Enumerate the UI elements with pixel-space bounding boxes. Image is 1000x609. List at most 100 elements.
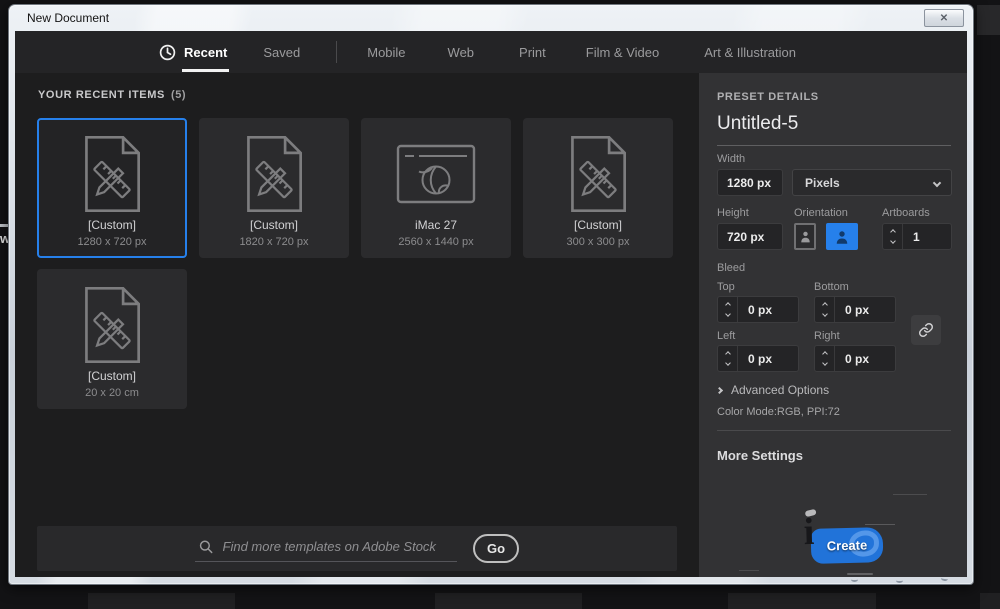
bleed-top-stepper[interactable]: 0 px (717, 296, 799, 323)
stepper-arrows[interactable] (718, 346, 738, 371)
height-label: Height (717, 207, 749, 219)
tab-art-illustration[interactable]: Art & Illustration (704, 45, 796, 60)
artboards-value: 1 (903, 224, 951, 249)
bleed-right-value: 0 px (835, 346, 895, 371)
document-template-icon (39, 120, 185, 216)
document-template-icon (525, 120, 671, 216)
document-name-field[interactable]: Untitled-5 (717, 113, 951, 146)
stepper-up-icon[interactable] (725, 302, 731, 308)
orientation-landscape-button[interactable] (826, 223, 858, 250)
card-title: iMac 27 (363, 218, 509, 232)
stock-search-field[interactable] (195, 536, 457, 562)
tab-saved[interactable]: Saved (263, 45, 300, 60)
stepper-down-icon[interactable] (890, 238, 896, 244)
background-panel (88, 593, 235, 609)
bleed-left-value: 0 px (738, 346, 798, 371)
card-title: [Custom] (525, 218, 671, 232)
width-input[interactable] (717, 169, 783, 196)
template-card-custom-300[interactable]: [Custom] 300 x 300 px (523, 118, 673, 258)
stepper-arrows[interactable] (815, 297, 835, 322)
close-button[interactable]: ✕ (924, 9, 964, 27)
stepper-arrows[interactable] (718, 297, 738, 322)
tab-mobile[interactable]: Mobile (367, 45, 405, 60)
chevron-down-icon (933, 178, 941, 186)
tab-film-video[interactable]: Film & Video (586, 45, 659, 60)
advanced-options-toggle[interactable]: Advanced Options (717, 383, 829, 397)
stock-search-input[interactable] (223, 539, 453, 554)
tab-recent[interactable]: Recent (159, 44, 227, 61)
orientation-portrait-button[interactable] (794, 223, 816, 250)
stepper-arrows[interactable] (883, 224, 903, 249)
card-title: [Custom] (39, 218, 185, 232)
bleed-top-value: 0 px (738, 297, 798, 322)
stepper-up-icon[interactable] (725, 351, 731, 357)
card-dimensions: 300 x 300 px (525, 236, 671, 248)
bleed-right-label: Right (814, 330, 840, 342)
clock-icon (159, 44, 176, 61)
stepper-down-icon[interactable] (725, 311, 731, 317)
template-card-imac27[interactable]: iMac 27 2560 x 1440 px (361, 118, 511, 258)
go-button[interactable]: Go (473, 534, 519, 563)
tab-label: Film & Video (586, 45, 659, 60)
new-document-dialog: New Document ✕ Recent Saved Mobile Web P… (8, 4, 974, 585)
template-card-custom-1280[interactable]: [Custom] 1280 x 720 px (37, 118, 187, 258)
tab-label: Mobile (367, 45, 405, 60)
card-dimensions: 1820 x 720 px (201, 236, 347, 248)
stepper-up-icon[interactable] (890, 229, 896, 235)
stepper-down-icon[interactable] (822, 311, 828, 317)
template-card-custom-20cm[interactable]: [Custom] 20 x 20 cm (37, 269, 187, 409)
recent-items-heading: YOUR RECENT ITEMS(5) (38, 89, 186, 101)
create-button[interactable]: i Create (811, 527, 884, 564)
tab-web[interactable]: Web (448, 45, 475, 60)
glitch-artifact (896, 578, 903, 583)
template-card-custom-1820[interactable]: [Custom] 1820 x 720 px (199, 118, 349, 258)
bleed-label: Bleed (717, 262, 745, 274)
card-dimensions: 1280 x 720 px (39, 236, 185, 248)
artboards-stepper[interactable]: 1 (882, 223, 952, 250)
preset-details-panel: PRESET DETAILS Untitled-5 Width Pixels H… (699, 73, 967, 577)
units-dropdown[interactable]: Pixels (792, 169, 952, 196)
dialog-titlebar[interactable]: New Document ✕ (9, 5, 973, 31)
bleed-link-button[interactable] (911, 315, 941, 345)
portrait-person-icon (799, 228, 812, 245)
tab-label: Saved (263, 45, 300, 60)
card-dimensions: 20 x 20 cm (39, 387, 185, 399)
tab-print[interactable]: Print (519, 45, 546, 60)
document-template-icon (201, 120, 347, 216)
template-card-grid: [Custom] 1280 x 720 px (37, 118, 699, 409)
close-icon: ✕ (940, 13, 948, 24)
glitch-artifact (941, 576, 949, 582)
glitch-artifact (865, 524, 895, 525)
bleed-left-stepper[interactable]: 0 px (717, 345, 799, 372)
bleed-bottom-stepper[interactable]: 0 px (814, 296, 896, 323)
advanced-options-label: Advanced Options (731, 383, 829, 397)
recent-items-count: (5) (171, 89, 186, 101)
dialog-content: Recent Saved Mobile Web Print Film & Vid… (15, 31, 967, 577)
dialog-title: New Document (27, 11, 109, 25)
units-value: Pixels (805, 176, 840, 190)
artboards-label: Artboards (882, 207, 930, 219)
bleed-right-stepper[interactable]: 0 px (814, 345, 896, 372)
card-dimensions: 2560 x 1440 px (363, 236, 509, 248)
width-label: Width (717, 153, 745, 165)
stepper-up-icon[interactable] (822, 302, 828, 308)
bleed-bottom-label: Bottom (814, 281, 849, 293)
recent-items-area: YOUR RECENT ITEMS(5) (15, 73, 699, 577)
glitch-artifact (739, 570, 759, 571)
glitch-artifact (893, 494, 927, 495)
orientation-label: Orientation (794, 207, 848, 219)
stepper-down-icon[interactable] (822, 360, 828, 366)
tab-label: Recent (184, 45, 227, 60)
panel-divider (717, 430, 951, 431)
background-panel (435, 593, 582, 609)
more-settings-button[interactable]: More Settings (717, 448, 803, 463)
background-text-fragment: w (0, 231, 8, 246)
stepper-up-icon[interactable] (822, 351, 828, 357)
document-template-icon (39, 271, 185, 367)
preset-details-heading: PRESET DETAILS (717, 91, 819, 103)
stepper-arrows[interactable] (815, 346, 835, 371)
stepper-down-icon[interactable] (725, 360, 731, 366)
height-input[interactable] (717, 223, 783, 250)
glitch-artifact (805, 509, 817, 517)
tab-label: Web (448, 45, 475, 60)
